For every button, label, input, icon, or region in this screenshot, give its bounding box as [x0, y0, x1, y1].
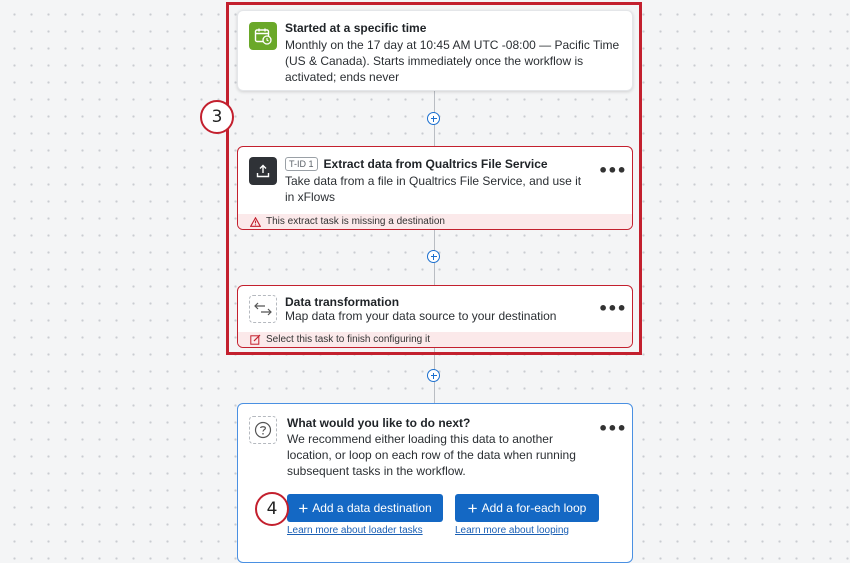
warning-triangle-icon [250, 216, 261, 227]
task-id-tag: T-ID 1 [285, 157, 318, 171]
plus-icon: + [298, 498, 309, 518]
learn-loader-tasks-link[interactable]: Learn more about loader tasks [287, 525, 423, 536]
trigger-description: Monthly on the 17 day at 10:45 AM UTC -0… [285, 38, 620, 84]
step-badge-4: 4 [255, 492, 289, 526]
add-for-each-loop-label: Add a for-each loop [481, 501, 587, 515]
transform-task-title: Data transformation [285, 295, 400, 309]
warning-text: This extract task is missing a destinati… [266, 216, 445, 227]
more-options-icon[interactable]: ••• [598, 161, 627, 180]
next-step-card: What would you like to do next? We recom… [237, 403, 633, 563]
more-options-icon[interactable]: ••• [598, 419, 627, 438]
edit-icon [250, 334, 261, 345]
trigger-card[interactable]: Started at a specific time Monthly on th… [237, 10, 633, 91]
upload-icon [249, 157, 277, 185]
next-step-title: What would you like to do next? [287, 416, 471, 430]
calendar-clock-icon [249, 22, 277, 50]
extract-task-title: T-ID 1 Extract data from Qualtrics File S… [285, 157, 548, 171]
step-badge-3: 3 [200, 100, 234, 134]
learn-looping-link[interactable]: Learn more about looping [455, 525, 569, 536]
add-step-button[interactable] [427, 369, 440, 382]
plus-icon: + [467, 498, 478, 518]
warning-banner: This extract task is missing a destinati… [238, 214, 632, 229]
add-data-destination-button[interactable]: + Add a data destination [287, 494, 443, 522]
add-for-each-loop-button[interactable]: + Add a for-each loop [455, 494, 599, 522]
transform-task-description: Map data from your data source to your d… [285, 309, 557, 323]
extract-task-title-text: Extract data from Qualtrics File Service [323, 157, 548, 171]
transform-task-card[interactable]: Data transformation Map data from your d… [237, 285, 633, 348]
trigger-title: Started at a specific time [285, 21, 427, 35]
more-options-icon[interactable]: ••• [598, 299, 627, 318]
arrows-left-right-icon [249, 295, 277, 323]
add-data-destination-label: Add a data destination [312, 501, 432, 515]
next-step-description: We recommend either loading this data to… [287, 432, 576, 478]
question-icon [249, 416, 277, 444]
warning-text: Select this task to finish configuring i… [266, 334, 430, 345]
warning-banner: Select this task to finish configuring i… [238, 332, 632, 347]
extract-task-card[interactable]: T-ID 1 Extract data from Qualtrics File S… [237, 146, 633, 230]
extract-task-description: Take data from a file in Qualtrics File … [285, 174, 582, 204]
